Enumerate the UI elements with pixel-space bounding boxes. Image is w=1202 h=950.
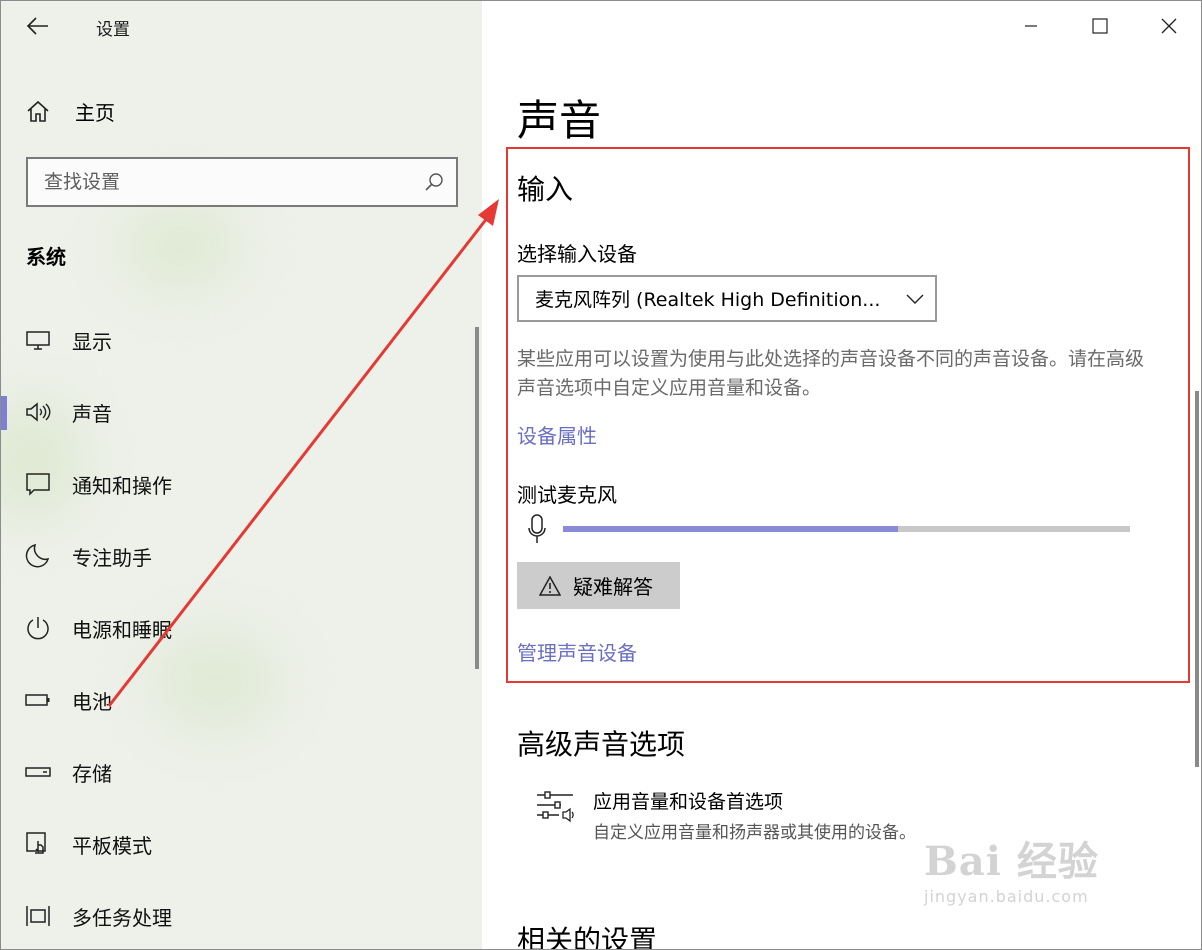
sidebar-item-home[interactable]: 主页 [25, 93, 115, 129]
select-input-label: 选择输入设备 [517, 242, 637, 266]
sidebar-item-battery[interactable]: 电池 [1, 664, 471, 736]
sidebar-item-display[interactable]: 显示 [1, 304, 471, 376]
baidu-watermark: Bai 经验 jingyan.baidu.com [924, 829, 1099, 906]
app-volume-title: 应用音量和设备首选项 [593, 791, 784, 813]
input-description: 某些应用可以设置为使用与此处选择的声音设备不同的声音设备。请在高级声音选项中自定… [517, 348, 1145, 399]
troubleshoot-button[interactable]: 疑难解答 [517, 562, 680, 609]
sidebar-item-label: 多任务处理 [72, 905, 172, 930]
device-properties-link[interactable]: 设备属性 [517, 420, 597, 449]
sidebar-item-label: 存储 [72, 761, 112, 786]
sidebar-item-power-sleep[interactable]: 电源和睡眠 [1, 592, 471, 664]
watermark-brand: Bai 经验 [924, 838, 1099, 885]
minimize-button[interactable] [996, 1, 1065, 51]
mic-level-meter [563, 526, 1130, 532]
sidebar-item-label: 电池 [72, 689, 112, 714]
maximize-button[interactable] [1065, 1, 1134, 51]
sidebar-item-label: 显示 [72, 329, 112, 354]
chevron-down-icon [906, 294, 924, 304]
advanced-heading: 高级声音选项 [517, 728, 686, 761]
caption-buttons [996, 1, 1201, 51]
search-icon[interactable] [424, 172, 444, 192]
sidebar-item-label: 通知和操作 [72, 473, 172, 498]
sidebar-item-sound[interactable]: 声音 [1, 376, 471, 448]
sidebar-item-label: 平板模式 [72, 833, 152, 858]
maximize-icon [1091, 18, 1108, 34]
sidebar-item-storage[interactable]: 存储 [1, 736, 471, 808]
related-settings-heading: 相关的设置 [517, 924, 658, 950]
input-heading: 输入 [517, 173, 574, 206]
mic-level-fill [563, 526, 898, 532]
minimize-icon [1024, 25, 1037, 27]
main-panel: 声音 输入 选择输入设备 麦克风阵列 (Realtek High Definit… [482, 1, 1201, 950]
sidebar-item-tablet-mode[interactable]: 平板模式 [1, 808, 471, 880]
manage-sound-devices-link[interactable]: 管理声音设备 [517, 637, 637, 666]
microphone-icon [528, 514, 546, 543]
storage-icon [25, 767, 51, 777]
multitask-icon [26, 906, 50, 926]
back-button[interactable] [15, 7, 61, 45]
watermark-url: jingyan.baidu.com [924, 887, 1089, 906]
main-scrollbar[interactable] [1195, 391, 1199, 767]
sidebar-item-notifications[interactable]: 通知和操作 [1, 448, 471, 520]
mixer-icon [537, 791, 574, 823]
search-input[interactable] [44, 171, 424, 193]
app-volume-preferences-item[interactable]: 应用音量和设备首选项 自定义应用音量和扬声器或其使用的设备。 [535, 787, 916, 843]
sidebar-item-label: 电源和睡眠 [72, 617, 172, 642]
warning-icon [539, 575, 561, 596]
home-label: 主页 [75, 100, 115, 125]
input-device-value: 麦克风阵列 (Realtek High Definition... [535, 289, 881, 311]
sidebar-nav: 显示 声音 通知和操作 专注助手 电源和睡眠 电池 存储 平板模式 多任务处理 [1, 304, 471, 949]
display-icon [26, 331, 50, 350]
tablet-mode-icon [26, 832, 46, 854]
power-icon [27, 617, 49, 640]
input-device-dropdown[interactable]: 麦克风阵列 (Realtek High Definition... [517, 275, 937, 322]
section-title: 系统 [26, 245, 66, 269]
home-icon [27, 100, 49, 122]
sidebar: 设置 主页 系统 显示 声音 通知和操作 专注 [1, 1, 482, 949]
troubleshoot-label: 疑难解答 [573, 575, 653, 599]
sidebar-scrollbar[interactable] [475, 327, 479, 669]
sidebar-item-multitasking[interactable]: 多任务处理 [1, 880, 471, 949]
settings-window: 设置 主页 系统 显示 声音 通知和操作 专注 [0, 0, 1202, 950]
close-icon [1161, 18, 1176, 34]
test-mic-label: 测试麦克风 [517, 483, 617, 507]
sidebar-item-label: 声音 [72, 401, 112, 426]
app-volume-desc: 自定义应用音量和扬声器或其使用的设备。 [593, 823, 916, 843]
mic-level-row [527, 513, 1130, 545]
window-title: 设置 [96, 20, 130, 40]
close-button[interactable] [1134, 1, 1201, 51]
speaker-icon [26, 402, 51, 422]
sidebar-item-focus-assist[interactable]: 专注助手 [1, 520, 471, 592]
battery-icon [25, 694, 50, 706]
arrow-left-icon [27, 17, 48, 35]
moon-icon [25, 543, 50, 568]
sidebar-item-label: 专注助手 [72, 545, 152, 570]
search-box[interactable] [26, 157, 458, 207]
page-title: 声音 [517, 96, 602, 145]
notification-icon [26, 473, 50, 496]
